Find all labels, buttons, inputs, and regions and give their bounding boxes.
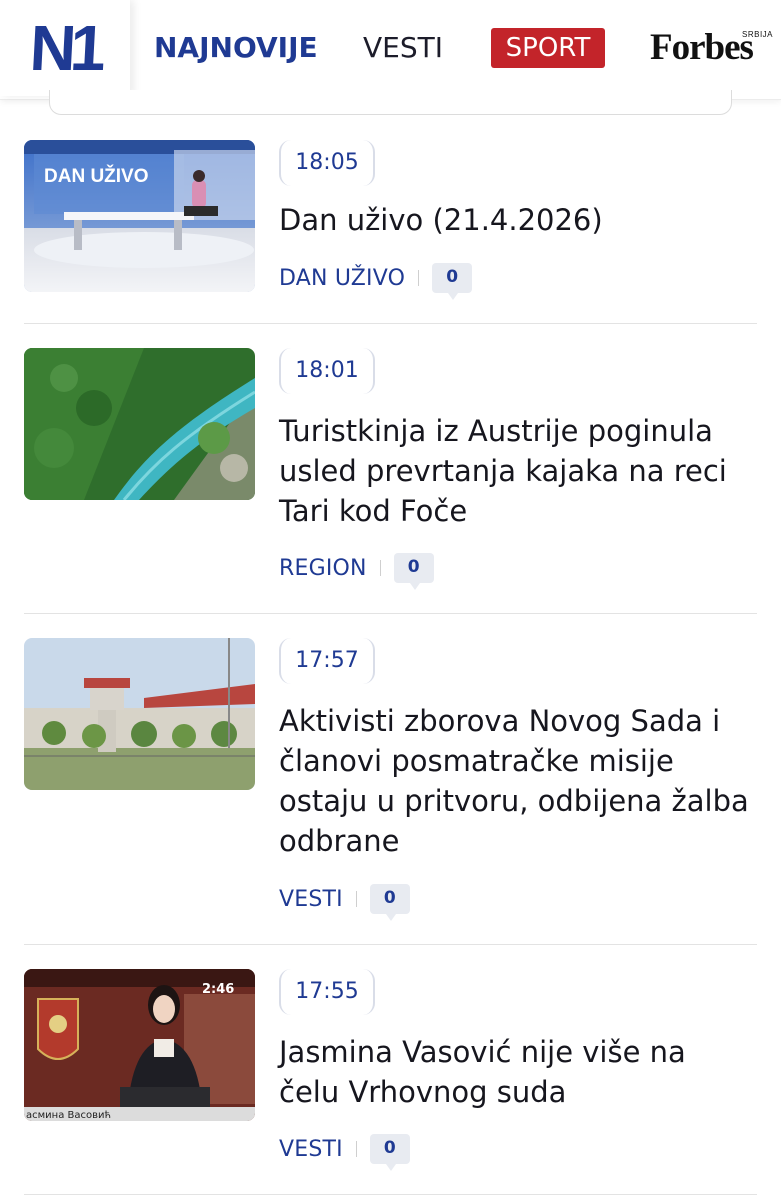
previous-card-edge xyxy=(49,90,732,115)
article-time: 17:55 xyxy=(279,969,375,1015)
article-category[interactable]: REGION xyxy=(279,556,367,581)
river-canyon-image xyxy=(24,348,255,500)
article-meta: DAN UŽIVO 0 xyxy=(279,260,473,300)
nav-najnovije[interactable]: NAJNOVIJE xyxy=(154,30,318,66)
parliament-speaker-image: асмина Васовић 2:46 xyxy=(24,969,255,1121)
article-time: 18:01 xyxy=(279,348,375,394)
nav-sport[interactable]: SPORT xyxy=(491,28,605,68)
article-thumbnail[interactable]: DAN UŽIVO xyxy=(24,140,255,292)
article-title[interactable]: Dan uživo (21.4.2026) xyxy=(279,200,749,240)
n1-logo[interactable]: N1 xyxy=(0,0,130,96)
logo-text: N1 xyxy=(28,12,102,84)
comment-count-icon[interactable]: 0 xyxy=(369,1134,410,1171)
article-title[interactable]: Aktivisti zborova Novog Sada i članovi p… xyxy=(279,701,749,861)
prison-watchtower-image xyxy=(24,638,255,790)
article-thumbnail[interactable] xyxy=(24,638,255,790)
article-title[interactable]: Turistkinja iz Austrije poginula usled p… xyxy=(279,411,749,531)
forbes-logo[interactable]: Forbes xyxy=(650,28,754,68)
comment-count-icon[interactable]: 0 xyxy=(369,884,410,921)
tv-studio-image: DAN UŽIVO xyxy=(24,140,255,292)
meta-separator xyxy=(355,1141,357,1157)
article-item[interactable]: DAN UŽIVO 18:05 Dan uživo (21.4.2026) DA… xyxy=(24,140,757,324)
article-meta: REGION 0 xyxy=(279,550,434,590)
thumb-caption: DAN UŽIVO xyxy=(44,165,149,187)
thumb-clock: 2:46 xyxy=(202,982,234,997)
meta-separator xyxy=(379,560,381,576)
article-item[interactable]: 17:57 Aktivisti zborova Novog Sada i čla… xyxy=(24,638,757,945)
comment-count-icon[interactable]: 0 xyxy=(393,553,434,590)
meta-separator xyxy=(418,270,420,286)
nav-vesti[interactable]: VESTI xyxy=(363,30,443,66)
meta-separator xyxy=(355,891,357,907)
article-thumbnail[interactable] xyxy=(24,348,255,500)
thumb-caption: асмина Васовић xyxy=(26,1109,111,1121)
article-category[interactable]: VESTI xyxy=(279,1137,343,1162)
article-time: 18:05 xyxy=(279,140,375,186)
article-title[interactable]: Jasmina Vasović nije više na čelu Vrhovn… xyxy=(279,1032,749,1112)
article-item[interactable]: 18:01 Turistkinja iz Austrije poginula u… xyxy=(24,348,757,614)
article-item[interactable]: асмина Васовић 2:46 17:55 Jasmina Vasovi… xyxy=(24,969,757,1195)
article-meta: VESTI 0 xyxy=(279,1131,410,1171)
article-meta: VESTI 0 xyxy=(279,881,410,921)
article-category[interactable]: VESTI xyxy=(279,887,343,912)
comment-count-icon[interactable]: 0 xyxy=(432,263,473,300)
article-thumbnail[interactable]: асмина Васовић 2:46 xyxy=(24,969,255,1121)
forbes-logo-sub: SRBIJA xyxy=(742,30,774,39)
article-time: 17:57 xyxy=(279,638,375,684)
article-category[interactable]: DAN UŽIVO xyxy=(279,266,405,291)
site-header: N1 NAJNOVIJE VESTI SPORT Forbes SRBIJA xyxy=(0,0,781,100)
